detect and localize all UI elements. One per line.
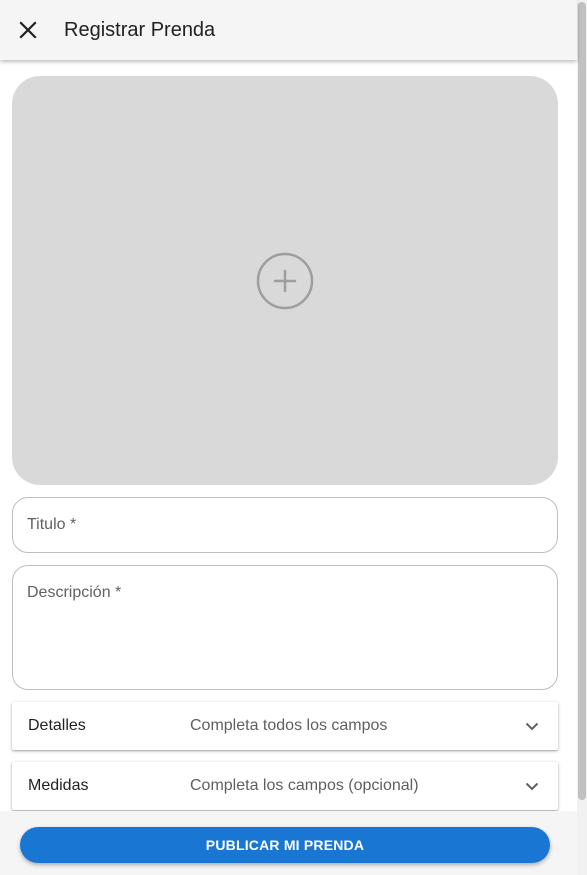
description-field[interactable]: Descripción * [12, 565, 558, 690]
add-circle-icon [256, 252, 314, 309]
details-panel-title: Detalles [28, 717, 86, 734]
details-panel-subtitle: Completa todos los campos [190, 717, 388, 734]
close-button[interactable] [0, 2, 56, 58]
image-upload-area[interactable] [12, 76, 558, 485]
measures-panel-subtitle: Completa los campos (opcional) [190, 777, 419, 794]
close-icon [19, 21, 37, 39]
register-garment-screen: Registrar Prenda Titulo * Descripción * … [0, 0, 587, 875]
chevron-down-icon [524, 718, 540, 734]
chevron-down-icon [524, 778, 540, 794]
page-title: Registrar Prenda [64, 18, 216, 41]
description-field-label: Descripción * [27, 584, 122, 601]
details-panel[interactable]: Detalles Completa todos los campos [12, 702, 558, 750]
measures-panel-title: Medidas [28, 777, 89, 794]
title-field-label: Titulo * [27, 516, 77, 533]
scrollbar[interactable] [577, 0, 587, 875]
scrollbar-thumb[interactable] [578, 2, 586, 800]
publish-button[interactable]: PUBLICAR MI PRENDA [20, 827, 550, 863]
title-field[interactable]: Titulo * [12, 497, 558, 553]
app-bar: Registrar Prenda [0, 0, 577, 60]
bottom-action-bar: PUBLICAR MI PRENDA [0, 811, 577, 875]
measures-panel[interactable]: Medidas Completa los campos (opcional) [12, 762, 558, 810]
